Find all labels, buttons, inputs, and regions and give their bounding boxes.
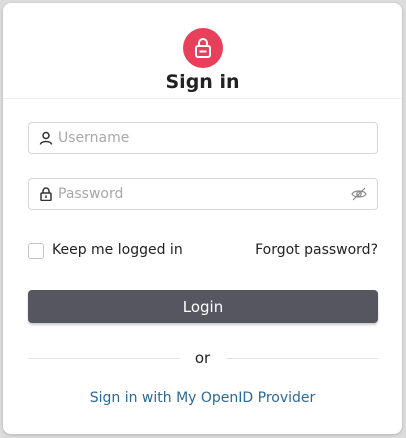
password-lock-icon <box>39 187 53 201</box>
username-field[interactable] <box>28 122 378 154</box>
user-icon <box>39 131 53 145</box>
page-title: Sign in <box>165 71 240 93</box>
login-button[interactable]: Login <box>28 290 378 323</box>
password-input[interactable] <box>58 179 338 209</box>
password-field[interactable] <box>28 178 378 210</box>
login-header: Sign in <box>3 3 402 99</box>
login-card: Sign in Keep me logged <box>3 3 402 434</box>
openid-signin-link[interactable]: Sign in with My OpenID Provider <box>3 390 402 406</box>
username-input[interactable] <box>58 123 338 153</box>
lock-badge <box>183 28 223 68</box>
divider-right <box>226 358 378 359</box>
remember-label[interactable]: Keep me logged in <box>52 242 183 258</box>
eye-slash-icon[interactable] <box>351 187 367 201</box>
forgot-password-link[interactable]: Forgot password? <box>255 242 378 258</box>
lock-icon <box>195 38 211 58</box>
remember-checkbox[interactable] <box>28 243 44 259</box>
